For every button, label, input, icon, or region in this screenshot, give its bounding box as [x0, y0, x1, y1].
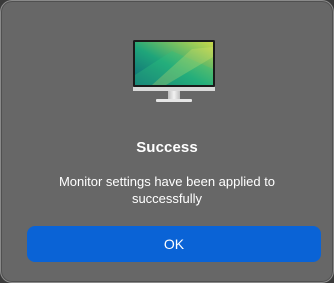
ok-button[interactable]: OK	[27, 226, 321, 262]
message-line-2: successfully	[131, 191, 203, 206]
message-line-1: Monitor settings have been applied to	[58, 174, 276, 189]
dialog-title: Success	[136, 139, 198, 156]
monitor-icon	[132, 39, 216, 105]
dialog-message: Monitor settings have been applied to su…	[31, 173, 303, 207]
success-dialog: Success Monitor settings have been appli…	[0, 0, 334, 283]
